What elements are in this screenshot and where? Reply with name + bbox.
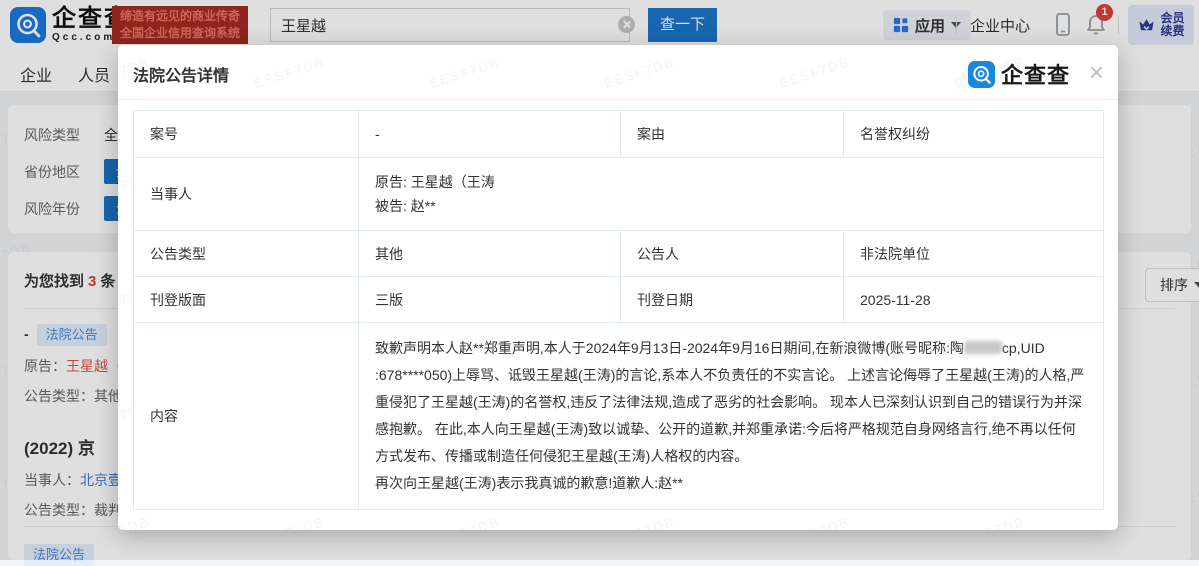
content-value: 致歉声明本人赵**郑重声明,本人于2024年9月13日-2024年9月16日期间… — [359, 323, 1104, 510]
publication-date-value: 2025-11-28 — [844, 277, 1104, 323]
detail-table: 案号 - 案由 名誉权纠纷 当事人 原告: 王星越（王涛 被告: 赵** 公告类… — [133, 110, 1104, 510]
content-text-b: cp,UID :678****050)上辱骂、诋毁王星越(王涛)的言论,系本人不… — [375, 340, 1084, 464]
court-announcement-modal: EESF7DBEESF7DBEESF7DBEESF7DBEESF7DBEESF7… — [118, 45, 1118, 530]
publication-page-label: 刊登版面 — [134, 277, 359, 323]
redacted-blur-box — [964, 341, 1002, 354]
announcer-label: 公告人 — [621, 231, 844, 277]
table-row: 公告类型 其他 公告人 非法院单位 — [134, 231, 1104, 277]
announcement-type-label: 公告类型 — [134, 231, 359, 277]
party-plaintiff: 原告: 王星越（王涛 — [375, 170, 1087, 194]
case-no-label: 案号 — [134, 111, 359, 158]
table-row: 当事人 原告: 王星越（王涛 被告: 赵** — [134, 158, 1104, 231]
modal-logo-text: 企查查 — [1001, 58, 1070, 90]
qcc-logo-icon-small — [968, 61, 995, 88]
cause-label: 案由 — [621, 111, 844, 158]
content-text-a: 致歉声明本人赵**郑重声明,本人于2024年9月13日-2024年9月16日期间… — [375, 340, 964, 356]
content-paragraph-1: 致歉声明本人赵**郑重声明,本人于2024年9月13日-2024年9月16日期间… — [375, 335, 1087, 470]
table-row: 案号 - 案由 名誉权纠纷 — [134, 111, 1104, 158]
close-icon[interactable]: × — [1089, 58, 1104, 86]
content-label: 内容 — [134, 323, 359, 510]
publication-page-value: 三版 — [359, 277, 621, 323]
modal-title: 法院公告详情 — [133, 62, 229, 86]
party-label: 当事人 — [134, 158, 359, 231]
announcer-value: 非法院单位 — [844, 231, 1104, 277]
table-row: 刊登版面 三版 刊登日期 2025-11-28 — [134, 277, 1104, 323]
modal-body: 案号 - 案由 名誉权纠纷 当事人 原告: 王星越（王涛 被告: 赵** 公告类… — [118, 100, 1118, 520]
table-row: 内容 致歉声明本人赵**郑重声明,本人于2024年9月13日-2024年9月16… — [134, 323, 1104, 510]
modal-header: 法院公告详情 企查查 × — [118, 45, 1118, 100]
announcement-type-value: 其他 — [359, 231, 621, 277]
case-no-value: - — [359, 111, 621, 158]
party-defendant: 被告: 赵** — [375, 194, 1087, 218]
publication-date-label: 刊登日期 — [621, 277, 844, 323]
cause-value: 名誉权纠纷 — [844, 111, 1104, 158]
party-value: 原告: 王星越（王涛 被告: 赵** — [359, 158, 1104, 231]
modal-qcc-logo: 企查查 — [968, 58, 1070, 90]
content-paragraph-2: 再次向王星越(王涛)表示我真诚的歉意!道歉人:赵** — [375, 470, 1087, 497]
